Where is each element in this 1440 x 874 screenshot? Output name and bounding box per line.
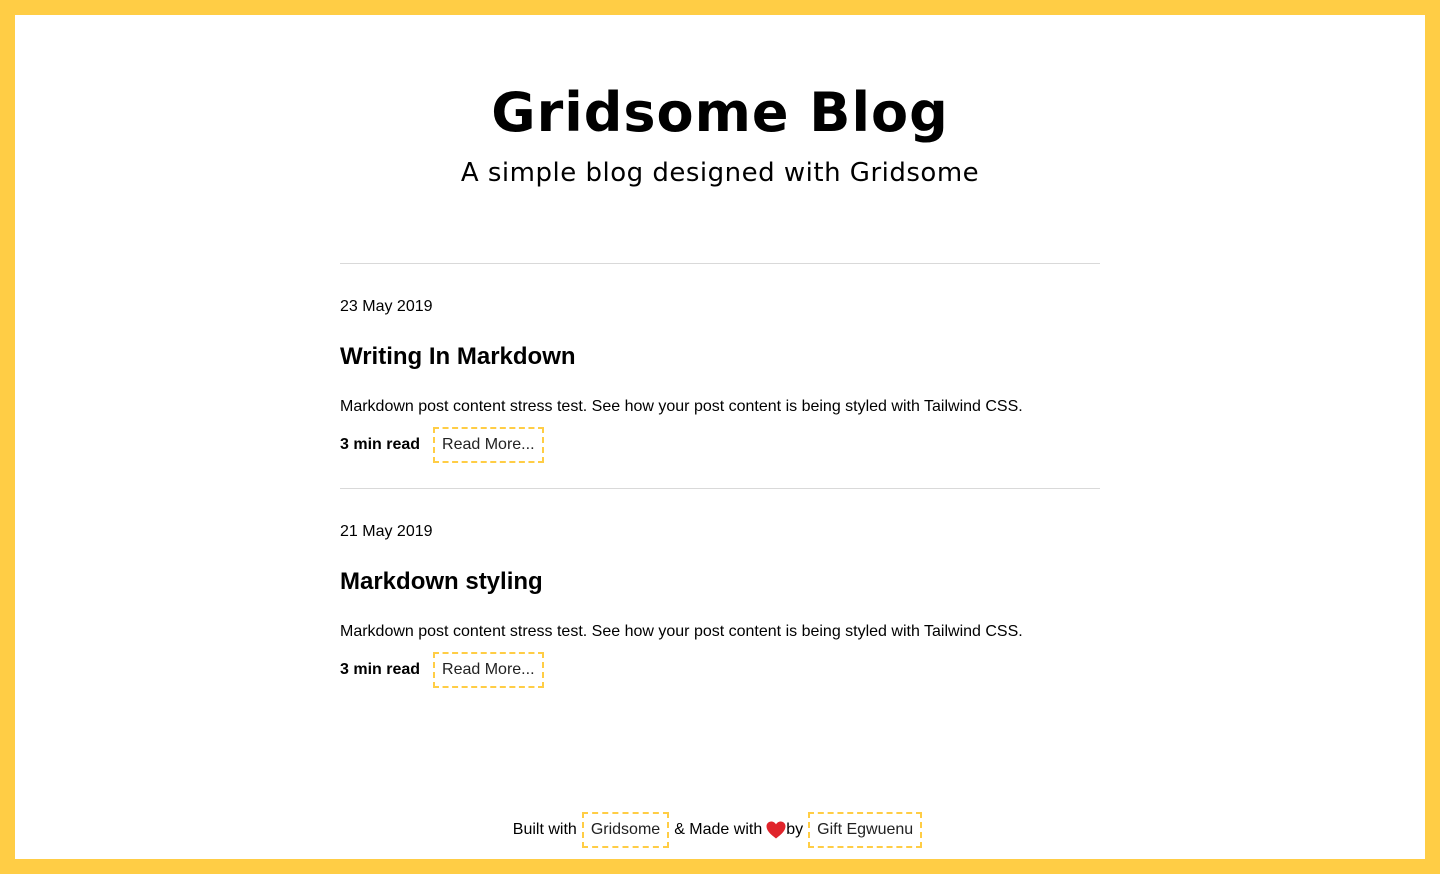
- read-more-link[interactable]: Read More...: [433, 652, 544, 688]
- post-excerpt: Markdown post content stress test. See h…: [340, 398, 1023, 415]
- read-time: 3 min read: [340, 436, 421, 453]
- post-list: 23 May 2019 Writing In Markdown Markdown…: [340, 263, 1100, 713]
- post-card: 21 May 2019 Markdown styling Markdown po…: [340, 488, 1100, 713]
- footer-built-with-text: Built with: [512, 821, 577, 838]
- read-time: 3 min read: [340, 661, 421, 678]
- post-title: Markdown styling: [340, 568, 543, 595]
- gridsome-link[interactable]: Gridsome: [581, 812, 670, 848]
- site-title: Gridsome Blog: [491, 81, 949, 144]
- post-card: 23 May 2019 Writing In Markdown Markdown…: [340, 263, 1100, 488]
- post-meta: 3 min read Read More...: [340, 427, 544, 463]
- post-meta: 3 min read Read More...: [340, 652, 544, 688]
- site-footer: Built with Gridsome & Made with by Gift …: [15, 812, 1425, 848]
- author-link[interactable]: Gift Egwuenu: [808, 812, 923, 848]
- site-subtitle: A simple blog designed with Gridsome: [460, 158, 980, 188]
- site-header: Gridsome Blog A simple blog designed wit…: [15, 73, 1425, 193]
- post-title: Writing In Markdown: [340, 343, 576, 370]
- post-date: 23 May 2019: [340, 298, 433, 315]
- post-excerpt: Markdown post content stress test. See h…: [340, 623, 1023, 640]
- footer-by-text: by: [786, 821, 804, 838]
- heart-icon: [766, 821, 786, 839]
- post-date: 21 May 2019: [340, 523, 433, 540]
- footer-made-with-text: & Made with: [674, 821, 763, 838]
- read-more-link[interactable]: Read More...: [433, 427, 544, 463]
